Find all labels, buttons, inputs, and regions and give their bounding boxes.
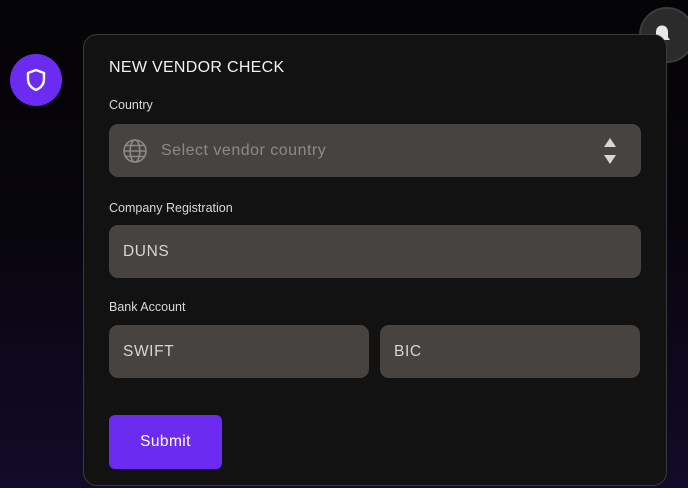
submit-button[interactable]: Submit — [109, 415, 222, 469]
registration-label: Company Registration — [109, 201, 233, 215]
bic-input[interactable] — [380, 342, 640, 361]
shield-icon — [26, 68, 46, 92]
country-label: Country — [109, 98, 153, 112]
duns-field-wrapper — [109, 225, 641, 278]
swift-input[interactable] — [109, 342, 369, 361]
form-title: NEW VENDOR CHECK — [109, 59, 285, 76]
shield-badge[interactable] — [10, 54, 62, 106]
duns-input[interactable] — [109, 242, 641, 261]
vendor-check-panel: NEW VENDOR CHECK Country Select vendor c… — [83, 34, 667, 486]
up-down-arrows-icon — [604, 137, 616, 164]
swift-field-wrapper — [109, 325, 369, 378]
globe-icon — [123, 138, 147, 163]
bank-account-label: Bank Account — [109, 300, 186, 314]
country-select-placeholder: Select vendor country — [161, 141, 327, 159]
country-select[interactable]: Select vendor country — [109, 124, 641, 177]
bic-field-wrapper — [380, 325, 640, 378]
